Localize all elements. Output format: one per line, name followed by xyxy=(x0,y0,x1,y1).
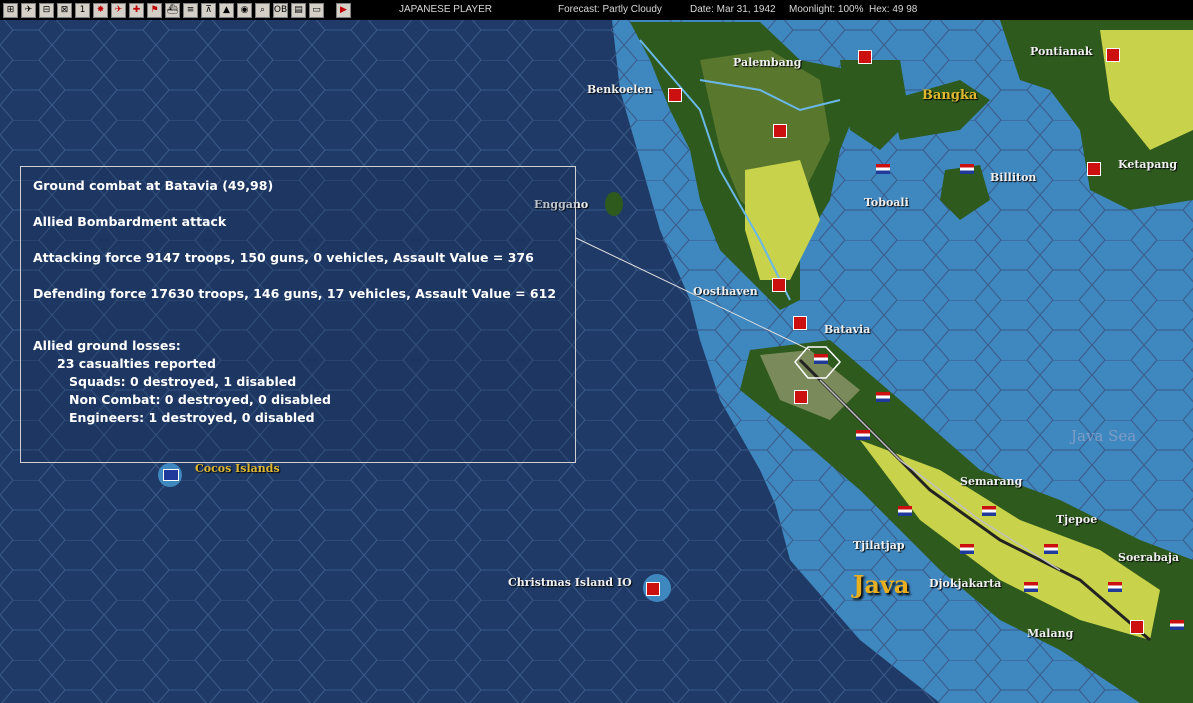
aircraft-icon[interactable]: ✈ xyxy=(111,2,126,18)
defending-force: Defending force 17630 troops, 146 guns, … xyxy=(33,286,557,301)
engineers-line: Engineers: 1 destroyed, 0 disabled xyxy=(69,410,315,425)
place-label: Oosthaven xyxy=(693,285,758,298)
japanese-unit-icon[interactable] xyxy=(1130,620,1144,634)
japanese-unit-icon[interactable] xyxy=(668,88,682,102)
place-label: Tjilatjap xyxy=(853,539,905,552)
moonlight-label: Moonlight: 100% xyxy=(789,4,864,15)
flag-icon[interactable]: ⚑ xyxy=(147,2,162,18)
end-turn-play-icon[interactable]: ▶ xyxy=(336,2,351,18)
losses-header: Allied ground losses: xyxy=(33,338,181,353)
toolbar: ⊞ ✈ ⊟ ⊠ 1 ✸ ✈ ✚ ⚑ ⛴ ≡ ⊼ ▲ ◉ ⌕ OB ▤ ▭ ▶ J… xyxy=(0,0,1193,20)
attack-type: Allied Bombardment attack xyxy=(33,214,227,229)
terrain-icon[interactable]: ▲ xyxy=(219,2,234,18)
dutch-unit-icon[interactable] xyxy=(982,506,996,516)
ob-button[interactable]: OB xyxy=(273,2,288,18)
place-label: Pontianak xyxy=(1030,45,1093,58)
noncombat-line: Non Combat: 0 destroyed, 0 disabled xyxy=(69,392,331,407)
date-label: Date: Mar 31, 1942 xyxy=(690,4,776,15)
dutch-unit-icon[interactable] xyxy=(856,430,870,440)
convoy-icon[interactable]: ⊼ xyxy=(201,2,216,18)
mine-icon[interactable]: ≡ xyxy=(183,2,198,18)
dutch-unit-icon[interactable] xyxy=(960,164,974,174)
ship-icon[interactable]: ⛴ xyxy=(165,2,180,18)
unit-number-button[interactable]: 1 xyxy=(75,2,90,18)
player-label: JAPANESE PLAYER xyxy=(399,4,492,15)
japanese-unit-icon[interactable] xyxy=(1106,48,1120,62)
place-label: Soerabaja xyxy=(1118,551,1180,564)
place-label: Semarang xyxy=(960,475,1023,488)
combat-report-panel[interactable]: Ground combat at Batavia (49,98) Allied … xyxy=(20,166,576,463)
dutch-unit-icon[interactable] xyxy=(1170,620,1184,630)
place-label: Benkoelen xyxy=(587,83,653,96)
dutch-unit-icon[interactable] xyxy=(814,354,828,364)
place-label: Batavia xyxy=(824,323,871,336)
japanese-unit-icon[interactable] xyxy=(1087,162,1101,176)
forecast-label: Forecast: Partly Cloudy xyxy=(558,4,662,15)
japanese-unit-icon[interactable] xyxy=(858,50,872,64)
document-icon[interactable]: ▤ xyxy=(291,2,306,18)
place-label: Christmas Island IO xyxy=(508,576,632,589)
airbase-button[interactable]: ✈ xyxy=(21,2,36,18)
squads-line: Squads: 0 destroyed, 1 disabled xyxy=(69,374,297,389)
fighter-icon[interactable]: ✚ xyxy=(129,2,144,18)
dutch-unit-icon[interactable] xyxy=(960,544,974,554)
place-label: Toboali xyxy=(864,196,909,209)
window-icon[interactable]: ▭ xyxy=(309,2,324,18)
place-label: Tjepoe xyxy=(1056,513,1098,526)
japanese-unit-icon[interactable] xyxy=(772,278,786,292)
casualties-line: 23 casualties reported xyxy=(57,356,216,371)
place-label: Palembang xyxy=(733,56,802,69)
place-label: Billiton xyxy=(990,171,1037,184)
attacking-force: Attacking force 9147 troops, 150 guns, 0… xyxy=(33,250,534,265)
place-label: Djokjakarta xyxy=(929,577,1002,590)
japanese-unit-icon[interactable] xyxy=(646,582,660,596)
task-force-button[interactable]: ⊠ xyxy=(57,2,72,18)
japanese-unit-icon[interactable] xyxy=(794,390,808,404)
report-title: Ground combat at Batavia (49,98) xyxy=(33,178,274,193)
japanese-unit-icon[interactable] xyxy=(773,124,787,138)
dutch-unit-icon[interactable] xyxy=(1044,544,1058,554)
dutch-unit-icon[interactable] xyxy=(1024,582,1038,592)
dutch-unit-icon[interactable] xyxy=(1108,582,1122,592)
ground-units-button[interactable]: ⊞ xyxy=(3,2,18,18)
place-label: Malang xyxy=(1027,627,1074,640)
globe-icon[interactable]: ◉ xyxy=(237,2,252,18)
place-label: Ketapang xyxy=(1118,158,1178,171)
australian-unit-icon[interactable] xyxy=(163,469,179,481)
place-label: Java Sea xyxy=(1071,427,1137,445)
place-label: Java xyxy=(853,570,910,599)
base-list-button[interactable]: ⊟ xyxy=(39,2,54,18)
dutch-unit-icon[interactable] xyxy=(898,506,912,516)
place-label: Cocos Islands xyxy=(195,462,280,475)
search-icon[interactable]: ⌕ xyxy=(255,2,270,18)
japan-flag-icon[interactable]: ✸ xyxy=(93,2,108,18)
dutch-unit-icon[interactable] xyxy=(876,164,890,174)
place-label: Bangka xyxy=(922,88,978,103)
japanese-unit-icon[interactable] xyxy=(793,316,807,330)
dutch-unit-icon[interactable] xyxy=(876,392,890,402)
hex-label: Hex: 49 98 xyxy=(869,4,918,15)
